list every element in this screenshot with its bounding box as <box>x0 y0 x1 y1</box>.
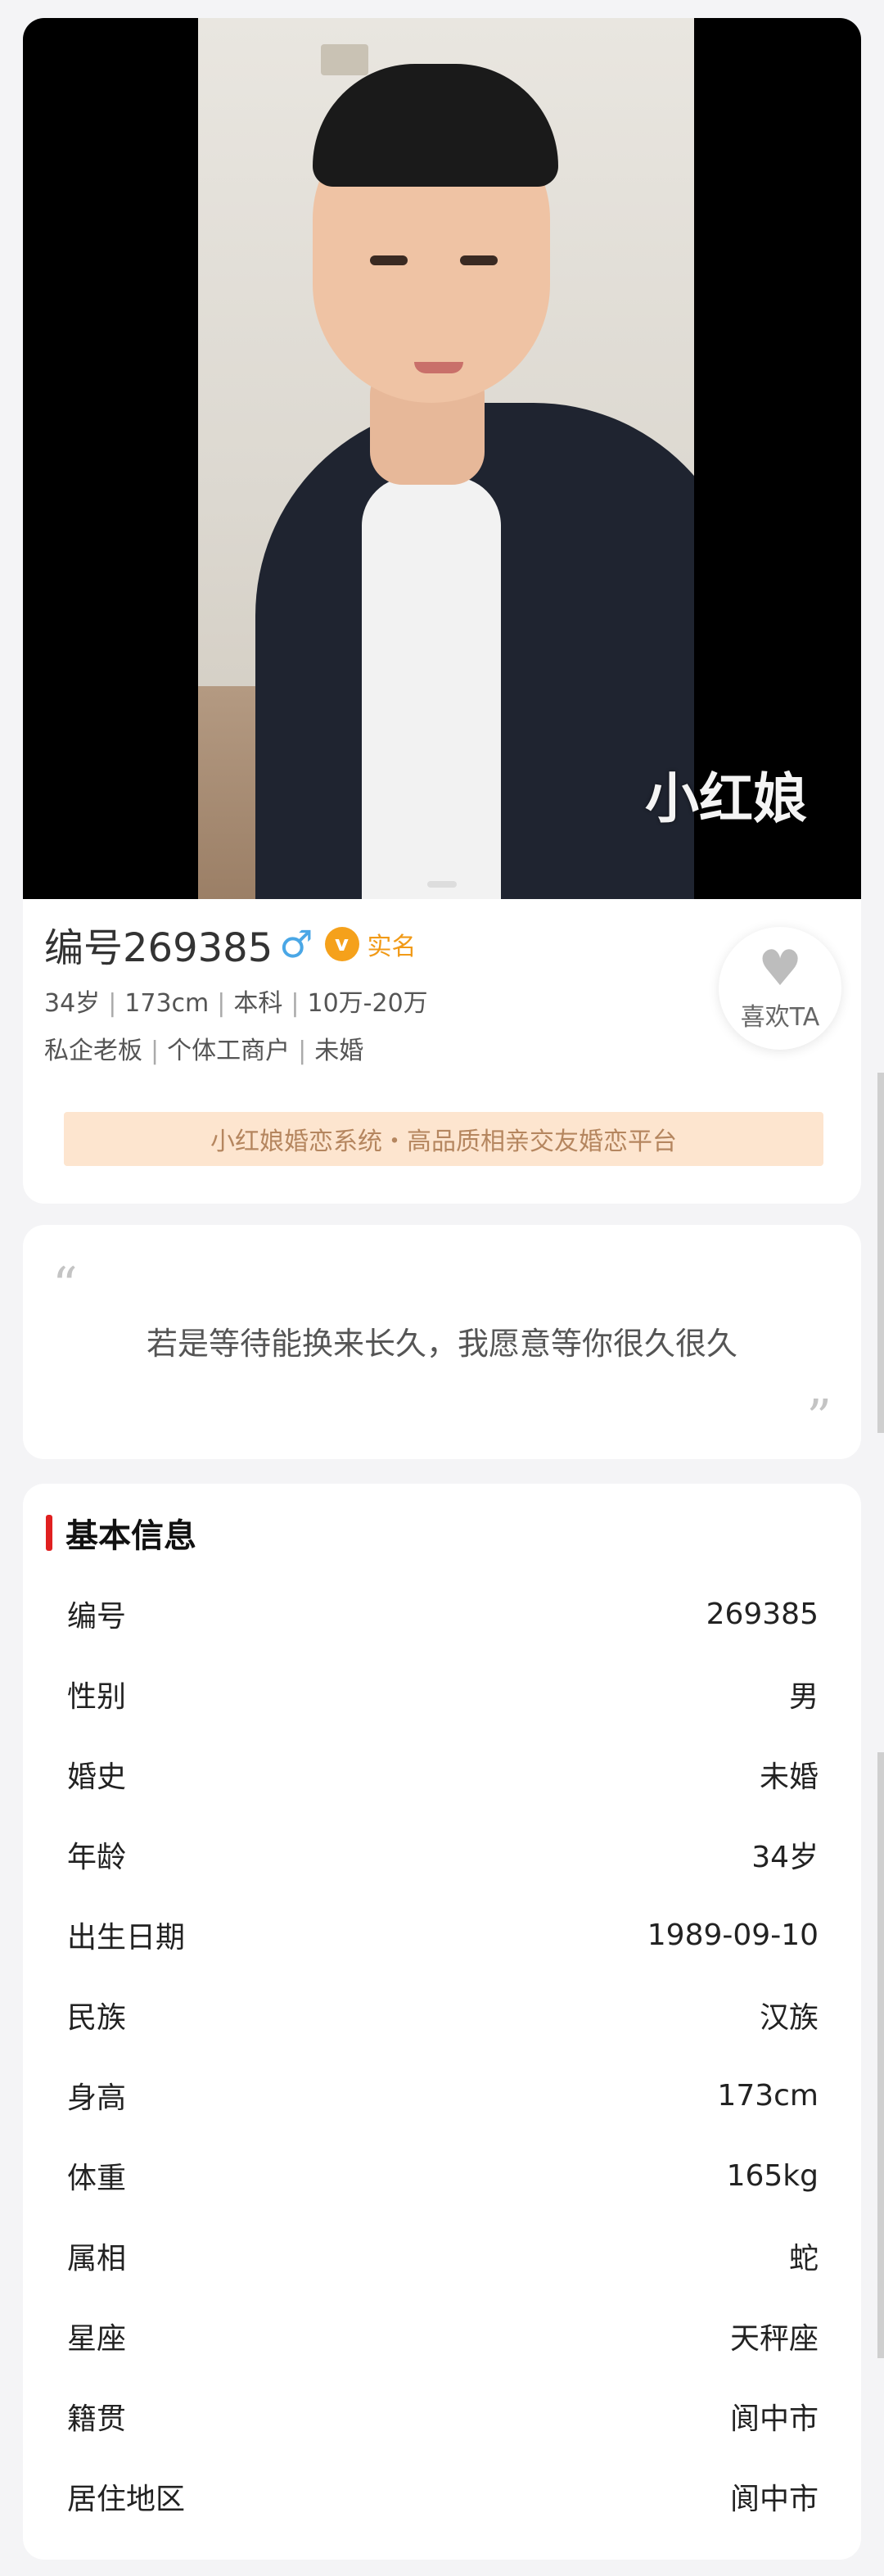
separator: | <box>151 1037 160 1065</box>
profile-summary-line-2: 私企老板 | 个体工商户 | 未婚 <box>44 1030 363 1066</box>
close-quote-icon: ” <box>806 1390 832 1447</box>
summary-education: 本科 <box>233 989 283 1018</box>
male-gender-icon: ♂ <box>279 922 313 966</box>
scrollbar-thumb[interactable] <box>877 1073 884 1433</box>
info-row-zodiac-animal: 属相 蛇 <box>67 2216 819 2296</box>
scrollbar-thumb-secondary[interactable] <box>877 1752 884 2358</box>
title-accent-bar <box>46 1515 52 1551</box>
summary-work-type: 个体工商户 <box>167 1037 291 1065</box>
like-button-label: 喜欢TA <box>740 1003 820 1032</box>
heart-icon: ♥ <box>758 940 802 997</box>
info-label: 年龄 <box>67 1841 127 1874</box>
summary-age: 34岁 <box>44 989 101 1018</box>
info-label: 居住地区 <box>67 2483 186 2516</box>
info-row-marital-history: 婚史 未婚 <box>67 1734 819 1814</box>
photo-watermark: 小红娘 <box>645 767 807 830</box>
info-row-height: 身高 173cm <box>67 2055 819 2135</box>
profile-id-line: 编号269385 ♂ v 实名 <box>44 915 417 973</box>
info-row-birthdate: 出生日期 1989-09-10 <box>67 1895 819 1975</box>
verified-badge-icon: v <box>324 927 359 961</box>
info-value: 天秤座 <box>729 2322 819 2356</box>
separator: | <box>217 989 226 1018</box>
separator: | <box>108 989 117 1018</box>
info-value: 1989-09-10 <box>647 1918 819 1952</box>
photo-swiper-indicator[interactable] <box>427 881 457 888</box>
info-value: 蛇 <box>788 2242 819 2275</box>
info-label: 星座 <box>67 2322 127 2356</box>
quote-card: “ 若是等待能换来长久，我愿意等你很久很久 ” <box>23 1225 861 1459</box>
motto-text: 若是等待能换来长久，我愿意等你很久很久 <box>146 1326 737 1362</box>
separator: | <box>291 989 300 1018</box>
summary-height: 173cm <box>124 989 210 1018</box>
info-value: 269385 <box>706 1597 819 1631</box>
info-label: 民族 <box>67 2001 127 2035</box>
photo-eye-right <box>460 255 498 265</box>
info-value: 汉族 <box>759 2001 819 2035</box>
info-label: 性别 <box>67 1680 127 1714</box>
photo-mouth <box>414 362 463 373</box>
profile-photo[interactable]: 小红娘 <box>23 18 861 899</box>
info-value: 173cm <box>717 2078 819 2113</box>
profile-summary-line-1: 34岁 | 173cm | 本科 | 10万-20万 <box>44 983 428 1019</box>
info-value: 未婚 <box>759 1760 819 1794</box>
profile-id: 编号269385 <box>44 925 273 971</box>
info-label: 体重 <box>67 2162 127 2195</box>
info-row-hometown: 籍贯 阆中市 <box>67 2376 819 2456</box>
section-title: 基本信息 <box>46 1513 196 1555</box>
info-label: 编号 <box>67 1600 127 1634</box>
basic-info-card: 基本信息 编号 269385 性别 男 婚史 未婚 年龄 34岁 出生日期 19… <box>23 1484 861 2560</box>
section-title-text: 基本信息 <box>65 1517 196 1555</box>
photo-eye-left <box>370 255 408 265</box>
photo-background-detail <box>321 44 368 75</box>
info-row-age: 年龄 34岁 <box>67 1814 819 1895</box>
platform-banner: 小红娘婚恋系统・高品质相亲交友婚恋平台 <box>64 1112 823 1166</box>
separator: | <box>298 1037 307 1065</box>
info-label: 属相 <box>67 2242 127 2275</box>
info-row-weight: 体重 165kg <box>67 2135 819 2216</box>
info-label: 籍贯 <box>67 2402 127 2436</box>
info-value: 男 <box>788 1680 819 1714</box>
info-row-id: 编号 269385 <box>67 1574 819 1654</box>
info-value: 阆中市 <box>729 2402 819 2436</box>
info-label: 身高 <box>67 2081 127 2115</box>
info-label: 婚史 <box>67 1760 127 1794</box>
open-quote-icon: “ <box>52 1257 78 1314</box>
info-row-constellation: 星座 天秤座 <box>67 2296 819 2376</box>
verified-label: 实名 <box>367 933 417 961</box>
info-value: 34岁 <box>751 1841 819 1874</box>
photo-hair <box>313 64 558 187</box>
like-button[interactable]: ♥ 喜欢TA <box>719 927 841 1050</box>
info-value: 阆中市 <box>729 2483 819 2516</box>
photo-shirt <box>362 477 501 899</box>
info-label: 出生日期 <box>67 1921 186 1955</box>
photo-image <box>198 18 694 899</box>
summary-marital: 未婚 <box>314 1037 364 1065</box>
info-value: 165kg <box>726 2158 819 2193</box>
info-row-gender: 性别 男 <box>67 1654 819 1734</box>
summary-occupation: 私企老板 <box>44 1037 142 1065</box>
info-row-residence: 居住地区 阆中市 <box>67 2456 819 2537</box>
profile-card: 小红娘 编号269385 ♂ v 实名 34岁 | 173cm | 本科 | 10万-20万… <box>23 18 861 1204</box>
info-row-ethnicity: 民族 汉族 <box>67 1975 819 2055</box>
summary-income: 10万-20万 <box>307 989 428 1018</box>
